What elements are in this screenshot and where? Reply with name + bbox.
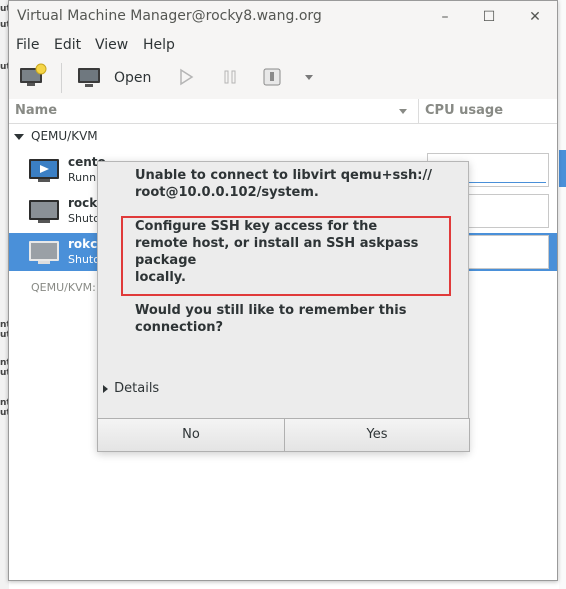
name-column-header[interactable]: Name [15, 103, 57, 118]
title-bar[interactable]: Virtual Machine Manager@rocky8.wang.org … [9, 1, 557, 33]
cpu-usage-column-header[interactable]: CPU usage [425, 103, 503, 118]
shutoff-vm-icon [29, 241, 59, 264]
toolbar: Open [9, 57, 557, 100]
running-vm-icon [29, 159, 59, 182]
window-title: Virtual Machine Manager@rocky8.wang.org [17, 8, 322, 24]
close-button[interactable]: ✕ [523, 5, 547, 29]
expander-right-icon [103, 384, 108, 393]
shutdown-menu-button[interactable] [303, 71, 317, 85]
minimize-button[interactable]: – [433, 5, 457, 29]
shutdown-button[interactable] [262, 67, 282, 89]
connection-group-row[interactable]: QEMU/KVM [9, 127, 557, 147]
connection-uri-label: QEMU/KVM: [31, 281, 96, 294]
sort-chevron-icon[interactable] [398, 107, 408, 117]
play-icon [180, 68, 194, 86]
console-icon [78, 68, 100, 87]
menu-bar: File Edit View Help [9, 33, 557, 57]
no-button[interactable]: No [97, 418, 285, 452]
connection-error-dialog: Unable to connect to libvirt qemu+ssh://… [97, 161, 470, 452]
ssh-instructions: Configure SSH key access for the remote … [135, 219, 419, 285]
yes-button[interactable]: Yes [284, 418, 470, 452]
shutoff-vm-icon [29, 200, 59, 223]
menu-edit[interactable]: Edit [54, 37, 81, 53]
vm-status: Shuto [68, 212, 100, 225]
maximize-button[interactable]: ☐ [477, 5, 501, 29]
error-message: Unable to connect to libvirt qemu+ssh://… [135, 168, 432, 200]
vm-status: Runn [68, 171, 97, 184]
menu-file[interactable]: File [16, 37, 39, 53]
vm-status: Shuto [68, 253, 100, 266]
menu-view[interactable]: View [95, 37, 128, 53]
chevron-down-icon [305, 75, 313, 80]
run-button[interactable] [177, 67, 197, 89]
open-label: Open [114, 70, 152, 86]
new-vm-icon [20, 63, 47, 86]
column-header: Name CPU usage [9, 99, 557, 124]
shutdown-icon [263, 68, 281, 86]
expander-down-icon[interactable] [13, 132, 25, 144]
menu-help[interactable]: Help [143, 37, 175, 53]
pause-button[interactable] [221, 67, 241, 89]
details-expander[interactable]: Details [101, 381, 159, 396]
new-vm-button[interactable] [17, 63, 51, 93]
group-label: QEMU/KVM [31, 129, 98, 143]
background-window-edge-right [559, 0, 566, 589]
pause-icon [224, 70, 236, 84]
details-label: Details [114, 381, 160, 396]
open-button[interactable]: Open [77, 63, 157, 93]
remember-question: Would you still like to remember this co… [135, 303, 407, 335]
